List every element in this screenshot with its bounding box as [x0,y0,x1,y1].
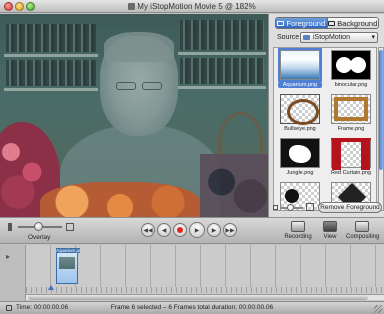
clip-thumbnail [59,257,75,269]
jungle-thumbnail-image [280,138,320,168]
recording-icon [291,221,305,232]
red-curtain-thumbnail-image [331,138,371,170]
foreground-icon [277,20,285,26]
background-icon [328,20,336,26]
view-toolbar-button[interactable]: View [314,221,346,240]
playhead-icon[interactable] [48,285,54,290]
thumbnail-grid: Aquarium.png binocular.png Bullseye.png … [273,47,377,211]
thumbnail-label: Aquarium.png [278,82,322,88]
document-icon [128,3,136,10]
glasses-left [116,82,136,90]
app-window: My iStopMotion Movie 5 @ 182% Foreground [0,0,384,314]
thumbnail-label: Bullseye.png [284,126,316,132]
thumbnail-binocular[interactable]: binocular.png [329,50,373,90]
overlay-max-icon [66,223,74,231]
layer-segmented-control: Foreground Background [275,17,379,29]
record-button[interactable] [173,223,187,237]
step-back-button[interactable]: ◀ [157,223,171,237]
window-title-text: My iStopMotion Movie 5 @ 182% [137,2,256,11]
step-forward-button[interactable]: ▶ [207,223,221,237]
overlay-slider-knob[interactable] [34,222,43,231]
status-message: Frame 6 selected – 6 Frames total durati… [110,304,274,311]
fast-forward-button[interactable]: ▶▶ [223,223,237,237]
compositing-label: Compositing [346,234,380,240]
thumbnail-frame[interactable]: Frame.png [329,94,373,134]
rewind-button[interactable]: ◀◀ [141,223,155,237]
thumbnail-size-knob[interactable] [287,204,294,211]
tab-background-label: Background [337,18,378,28]
timeline-clip[interactable]: Aquarium.png [56,248,80,284]
step-back-icon: ◀ [161,227,167,234]
coral-right-graphic [200,154,268,217]
resize-grip-icon[interactable] [374,305,382,313]
bookshelf-graphic [180,20,264,50]
thumbnail-label: Red Curtain.png [330,170,372,176]
overlay-min-icon [8,223,12,231]
play-button[interactable]: ▶ [189,222,205,238]
shelf-graphic [178,52,266,55]
thumbnail-bullseye[interactable]: Bullseye.png [278,94,322,134]
bookshelf-graphic [6,24,96,52]
title-bar: My iStopMotion Movie 5 @ 182% [0,0,384,13]
large-thumbnail-icon [306,203,314,211]
aquarium-thumbnail-image [278,48,322,82]
overlay-label: Overlay [28,234,51,241]
shelf-graphic [4,54,98,57]
source-label: Source [277,34,300,41]
thumbnail-aquarium[interactable]: Aquarium.png [278,48,322,90]
frame-thumbnail-image [331,94,371,124]
compositing-icon [355,221,369,232]
play-icon: ▶ [194,227,200,234]
status-bar: Time: 00:00:00.06 Frame 6 selected – 6 F… [0,301,384,314]
timeline-scrollbar[interactable] [26,294,384,300]
rewind-icon: ◀◀ [143,227,153,234]
record-icon [177,227,183,233]
toolbar: Overlay ◀◀ ◀ ▶ ▶ ▶▶ Recording View Compo… [0,217,384,244]
bookshelf-graphic [180,58,264,84]
shelf-graphic [178,86,266,89]
person-hair [104,32,174,62]
fast-forward-icon: ▶▶ [225,227,235,234]
bullseye-thumbnail-image [280,94,320,125]
compositing-toolbar-button[interactable]: Compositing [346,221,380,240]
source-select[interactable]: iStopMotion [300,32,378,43]
foreground-panel: Foreground Background Source iStopMotion… [268,14,384,217]
thumbnail-scrollbar-thumb[interactable] [379,50,383,170]
track-arrow-icon[interactable]: ▸ [6,252,10,261]
tab-foreground[interactable]: Foreground [276,18,327,28]
view-label: View [323,234,337,240]
thumbnail-label: Jungle.png [286,170,314,176]
remove-foreground-button[interactable]: Remove Foreground [318,202,382,213]
binocular-thumbnail-image [331,50,371,80]
tab-background[interactable]: Background [326,18,378,28]
thumbnail-label: Frame.png [337,126,365,132]
thumbnail-label: binocular.png [334,82,368,88]
video-preview[interactable] [0,14,268,217]
transport-controls: ◀◀ ◀ ▶ ▶ ▶▶ [141,222,237,239]
timeline-frames[interactable]: Aquarium.png [26,245,384,287]
small-thumbnail-icon [273,205,278,210]
timeline-track-header: ▸ [0,245,26,301]
view-icon [323,221,337,232]
thumbnail-red-curtain[interactable]: Red Curtain.png [329,138,373,178]
timeline: ▸ Aquarium.png [0,245,384,301]
thumbnail-scrollbar[interactable] [378,47,384,211]
clip-label: Aquarium.png [56,248,80,253]
step-forward-icon: ▶ [211,227,217,234]
timeline-scrollbar-thumb[interactable] [28,295,368,300]
tab-foreground-label: Foreground [286,18,326,28]
recording-label: Recording [284,234,312,240]
bookshelf-graphic [6,60,96,86]
recording-toolbar-button[interactable]: Recording [282,221,314,240]
coral-middle-graphic [40,182,200,217]
window-title: My iStopMotion Movie 5 @ 182% [0,2,384,11]
timeline-ruler [26,287,384,293]
shelf-graphic [4,88,98,91]
thumbnail-jungle[interactable]: Jungle.png [278,138,322,178]
glasses-right [142,82,162,90]
